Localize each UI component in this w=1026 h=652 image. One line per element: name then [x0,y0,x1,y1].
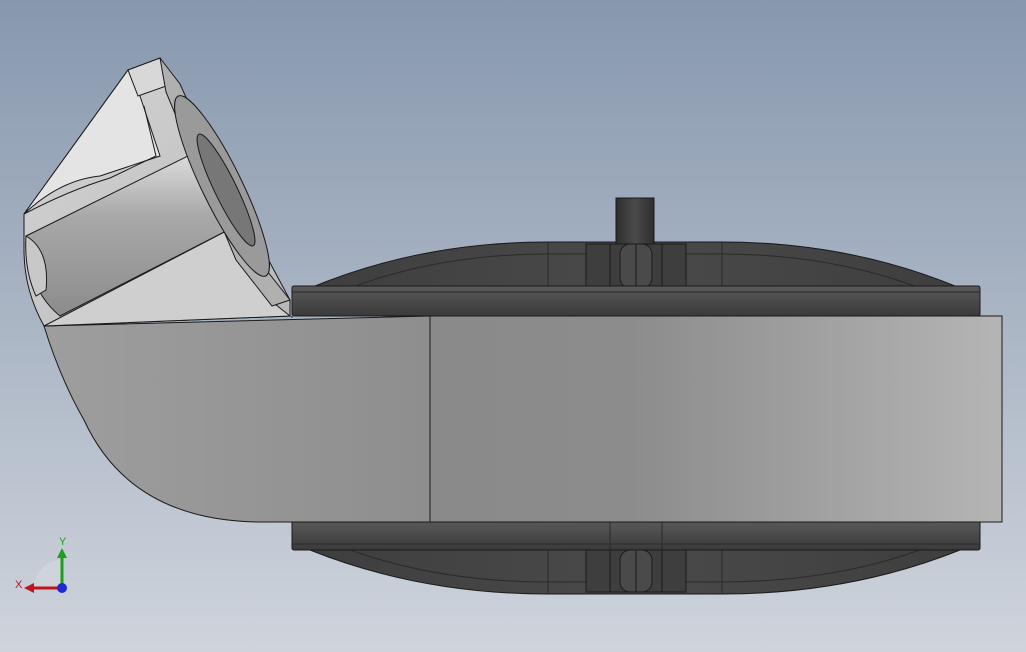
main-body [429,315,1003,523]
3d-viewport[interactable]: Y X [0,0,1026,652]
y-axis-label: Y [59,536,67,548]
z-axis-dot [57,583,67,593]
bottom-rim [291,519,981,551]
top-rim [291,285,981,317]
x-axis-label: X [15,579,23,591]
model-scene[interactable]: Y X [0,0,1026,652]
bottom-shaft [585,549,687,593]
